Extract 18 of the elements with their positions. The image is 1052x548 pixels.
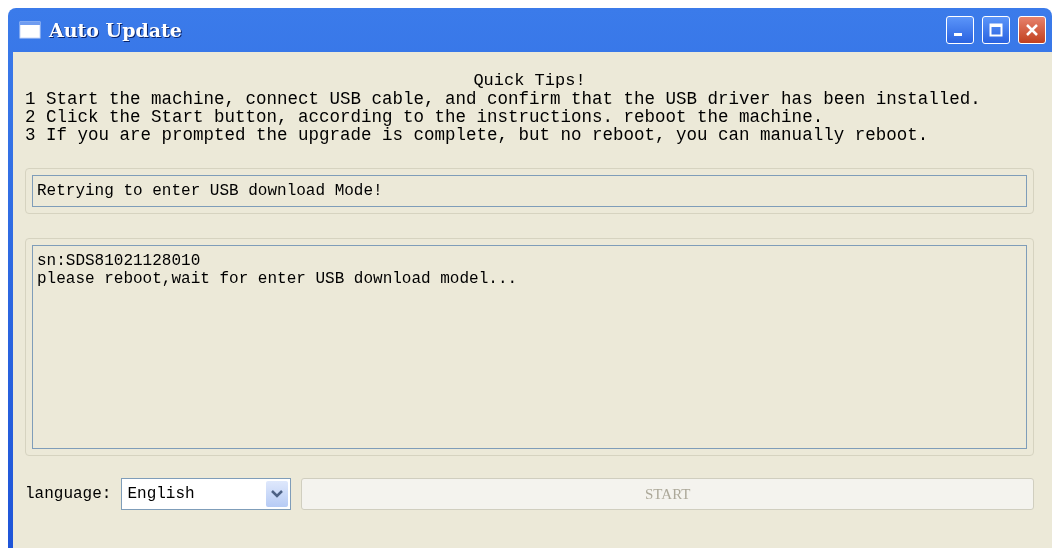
tip-text: 3 If you are prompted the upgrade is complete, but no reboot, you can manually reboot. <box>25 126 930 144</box>
status-field: Retrying to enter USB download Mode! <box>32 175 1027 207</box>
minimize-button[interactable] <box>946 16 974 44</box>
language-dropdown[interactable]: English <box>121 478 292 510</box>
tip-text: 1 Start the machine, connect USB cable, and confirm that the USB driver has been installed. <box>25 90 982 108</box>
window-title: Auto Update <box>49 19 183 41</box>
log-line: sn:SDS81021128010 <box>37 252 202 270</box>
language-label: language: <box>25 485 112 503</box>
chevron-down-icon <box>271 490 284 498</box>
close-button[interactable] <box>1018 16 1046 44</box>
maximize-icon <box>989 23 1003 37</box>
minimize-icon <box>954 33 962 36</box>
window-icon <box>19 21 41 39</box>
log-line: please reboot,wait for enter USB download model... <box>37 270 519 288</box>
tip-text: 2 Click the Start button, according to the instructions. reboot the machine. <box>25 108 825 126</box>
tips-title: Quick Tips! <box>473 72 586 90</box>
maximize-button[interactable] <box>982 16 1010 44</box>
close-icon <box>1025 23 1039 37</box>
